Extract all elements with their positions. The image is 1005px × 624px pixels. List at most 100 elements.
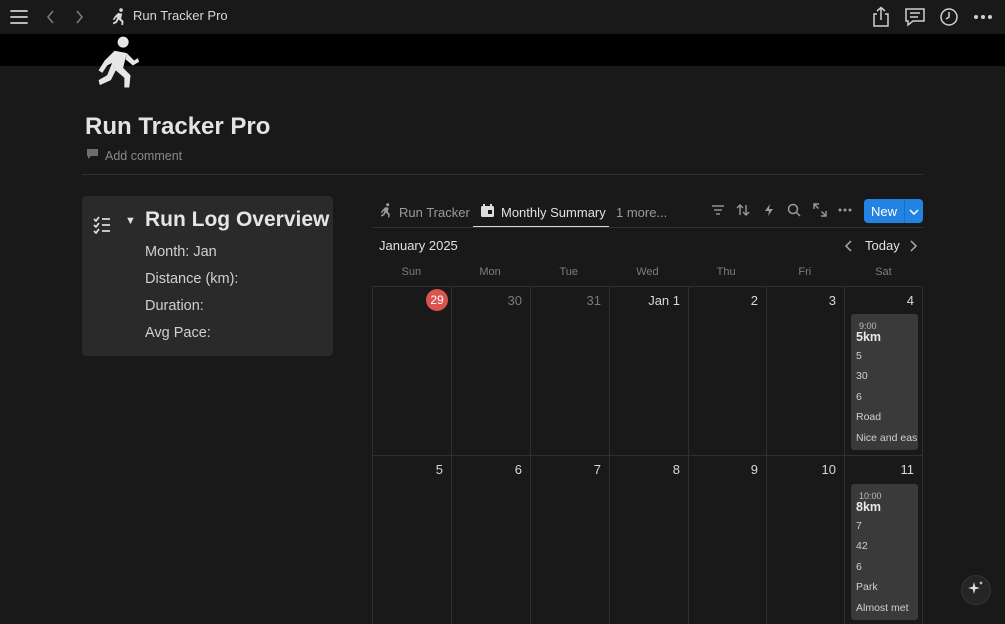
window-title: Run Tracker Pro	[133, 8, 228, 23]
day-number: 3	[828, 293, 836, 308]
day-cell[interactable]: 2	[689, 287, 767, 456]
day-number: Jan 1	[648, 293, 680, 308]
callout-heading[interactable]: Run Log Overview	[145, 208, 329, 232]
checklist-icon	[92, 214, 112, 235]
day-number: 7	[593, 462, 601, 477]
next-month-button[interactable]	[906, 238, 920, 254]
day-cell[interactable]: 4 9:00 5km 5 30 6 Road Nice and eas	[845, 287, 923, 456]
expand-icon[interactable]	[812, 202, 828, 218]
day-cell[interactable]: 6	[452, 456, 531, 624]
day-cell[interactable]: 3	[767, 287, 845, 456]
new-button[interactable]: New	[864, 199, 904, 223]
day-number: 5	[435, 462, 443, 477]
event-property: Road	[856, 411, 882, 423]
event-title: 5km	[856, 330, 882, 344]
weekday-label: Tue	[559, 266, 578, 278]
event-property: Park	[856, 581, 878, 593]
more-icon[interactable]	[837, 202, 853, 218]
sort-icon[interactable]	[735, 202, 751, 218]
weekday-header: Sun Mon Tue Wed Thu Fri Sat	[372, 266, 923, 278]
avg-pace-line[interactable]: Avg Pace:	[145, 325, 211, 341]
day-cell[interactable]: 30	[452, 287, 531, 456]
comment-icon	[86, 148, 99, 163]
day-cell[interactable]: 11 10:00 8km 7 42 6 Park Almost met	[845, 456, 923, 624]
day-number: 6	[514, 462, 522, 477]
event-property: 42	[856, 540, 868, 552]
forward-icon[interactable]	[67, 5, 91, 29]
day-cell[interactable]: 7	[531, 456, 610, 624]
page-title[interactable]: Run Tracker Pro	[85, 113, 270, 141]
history-icon[interactable]	[937, 5, 961, 29]
divider	[82, 174, 923, 175]
ai-assistant-button[interactable]	[961, 575, 991, 605]
day-number: 30	[507, 293, 522, 308]
event-title: 8km	[856, 500, 882, 514]
new-dropdown-button[interactable]	[904, 199, 923, 223]
runner-icon[interactable]	[92, 36, 142, 90]
add-comment-button[interactable]: Add comment	[86, 148, 182, 163]
add-comment-label: Add comment	[105, 148, 183, 163]
day-number: 9	[750, 462, 758, 477]
day-cell[interactable]: 31	[531, 287, 610, 456]
weekday-label: Sun	[401, 266, 422, 278]
day-number: 10	[821, 462, 836, 477]
event-property: 6	[856, 561, 862, 573]
back-icon[interactable]	[39, 5, 63, 29]
month-label: January 2025	[379, 238, 458, 253]
event-property: Almost met	[856, 602, 909, 614]
day-number: 11	[900, 462, 915, 477]
calendar-grid: 29 30 31 Jan 1 2 3 4 9:00 5km 5 30 6 Roa…	[372, 286, 923, 624]
day-cell[interactable]: Jan 1	[610, 287, 689, 456]
day-cell[interactable]: 10	[767, 456, 845, 624]
day-cell[interactable]: 8	[610, 456, 689, 624]
runner-icon	[107, 5, 131, 29]
tab-label: 1 more...	[616, 204, 668, 220]
weekday-label: Sat	[875, 266, 892, 278]
day-cell[interactable]: 5	[373, 456, 452, 624]
day-number: 8	[672, 462, 680, 477]
today-button[interactable]: Today	[865, 238, 900, 253]
sparkle-icon	[968, 580, 984, 601]
previous-month-button[interactable]	[842, 238, 856, 254]
weekday-label: Thu	[716, 266, 736, 278]
event-property: Nice and eas	[856, 432, 918, 444]
month-line[interactable]: Month: Jan	[145, 244, 217, 260]
day-cell[interactable]: 9	[689, 456, 767, 624]
weekday-label: Wed	[636, 266, 659, 278]
tab-label: Monthly Summary	[501, 204, 606, 220]
toggle-arrow-icon[interactable]: ▼	[125, 215, 136, 227]
event-property: 7	[856, 520, 862, 532]
weekday-label: Fri	[798, 266, 812, 278]
distance-line[interactable]: Distance (km):	[145, 271, 238, 287]
day-cell[interactable]: 29	[373, 287, 452, 456]
event-property: 6	[856, 391, 862, 403]
runner-icon	[379, 203, 393, 221]
search-icon[interactable]	[786, 202, 802, 218]
run-log-callout: ▼ Run Log Overview Month: Jan Distance (…	[82, 196, 333, 356]
tab-more[interactable]: 1 more...	[616, 196, 667, 228]
tab-label: Run Tracker	[399, 204, 470, 220]
more-icon[interactable]	[971, 5, 995, 29]
automation-icon[interactable]	[761, 202, 777, 218]
event-property: 30	[856, 370, 868, 382]
calendar-icon	[480, 203, 495, 221]
tab-run-tracker[interactable]: Run Tracker	[379, 196, 470, 228]
tabs-divider	[372, 227, 923, 228]
comments-icon[interactable]	[903, 5, 927, 29]
page-cover[interactable]	[0, 34, 1005, 66]
day-number: 31	[586, 293, 601, 308]
today-date-badge: 29	[426, 289, 448, 311]
top-bar: Run Tracker Pro	[0, 0, 1005, 34]
day-number: 2	[750, 293, 758, 308]
run-event-card[interactable]: 10:00 8km 7 42 6 Park Almost met	[851, 484, 918, 620]
tab-monthly-summary[interactable]: Monthly Summary	[480, 196, 606, 228]
weekday-label: Mon	[479, 266, 501, 278]
event-property: 5	[856, 350, 862, 362]
chevron-down-icon	[909, 202, 919, 220]
menu-icon[interactable]	[7, 5, 31, 29]
duration-line[interactable]: Duration:	[145, 298, 204, 314]
filter-icon[interactable]	[710, 202, 726, 218]
share-icon[interactable]	[869, 5, 893, 29]
run-event-card[interactable]: 9:00 5km 5 30 6 Road Nice and eas	[851, 314, 918, 450]
day-number: 4	[906, 293, 914, 308]
